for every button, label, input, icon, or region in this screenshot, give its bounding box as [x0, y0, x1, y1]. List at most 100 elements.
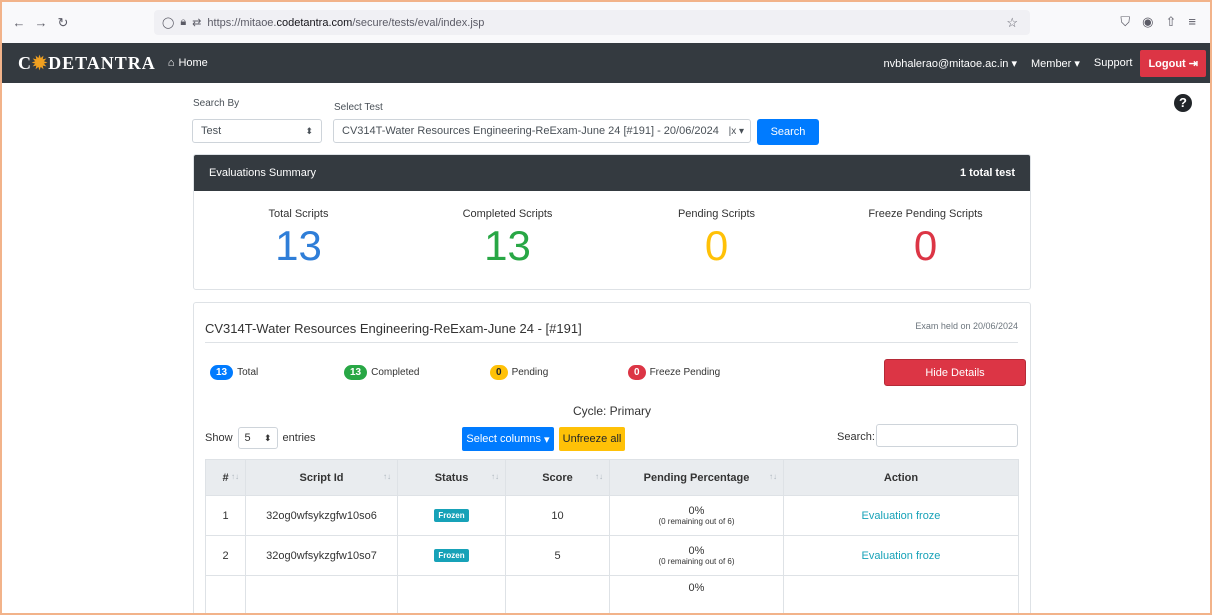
stat-value: 13 — [275, 222, 322, 269]
column-header-pending-percentage[interactable]: Pending Percentage ↑↓ — [609, 459, 784, 496]
select-caret-icon: ⬍ — [305, 125, 313, 136]
hide-details-button[interactable]: Hide Details — [884, 359, 1026, 386]
navbar-right: nvbhalerao@mitaoe.ac.in ▾ Member ▾ Suppo… — [884, 43, 1210, 83]
member-menu[interactable]: Member ▾ — [1031, 57, 1080, 70]
script-id: 32og0wfsykzgfw10so7 — [245, 535, 398, 576]
pending-remaining-text: (0 remaining out of 6) — [658, 517, 735, 526]
select-test-label: Select Test — [334, 102, 383, 113]
stat-label: Total Scripts — [268, 208, 329, 220]
support-link[interactable]: Support — [1094, 57, 1133, 69]
show-label: Show — [205, 432, 233, 444]
total-tests-count: 1 total test — [959, 167, 1015, 179]
script-id — [245, 575, 398, 613]
script-id: 32og0wfsykzgfw10so6 — [245, 495, 398, 536]
column-header-number[interactable]: # ↑↓ — [205, 459, 246, 496]
url-text: https://mitaoe.codetantra.com/secure/tes… — [207, 16, 485, 29]
account-icon[interactable]: ◉ — [1142, 14, 1153, 30]
home-link[interactable]: ⌂ Home — [168, 57, 208, 69]
score: 10 — [505, 495, 610, 536]
entries-value: 5 — [244, 432, 251, 444]
status-cell: Frozen — [397, 495, 506, 536]
search-button[interactable]: Search — [757, 119, 819, 145]
logout-icon: ⇥ — [1188, 57, 1198, 70]
reload-icon[interactable]: ↻ — [52, 15, 74, 31]
column-header-action: Action — [783, 459, 1019, 496]
clear-and-caret-icon[interactable]: |x ▾ — [729, 126, 744, 137]
pending-remaining-text: (0 remaining out of 6) — [658, 557, 735, 566]
pocket-icon[interactable]: ⛉ — [1120, 14, 1130, 30]
divider — [205, 342, 1018, 343]
summary-stats: Total Scripts 13 Completed Scripts 13 Pe… — [194, 191, 1030, 289]
pending-percentage: 0% (0 remaining out of 6) — [609, 495, 784, 536]
stat-freeze-pending-scripts: Freeze Pending Scripts 0 — [821, 191, 1030, 289]
shield-icon: ◯ — [162, 17, 175, 29]
table-header-row: # ↑↓ Script Id ↑↓ Status ↑↓ Score ↑↓ Pending… — [205, 459, 1019, 496]
table-row: 0% — [205, 575, 1019, 613]
score — [505, 575, 610, 613]
permissions-icon: ⇄ — [192, 17, 202, 29]
column-header-score[interactable]: Score ↑↓ — [505, 459, 610, 496]
evaluation-froze-link[interactable]: Evaluation froze — [862, 550, 941, 562]
pending-percent-value: 0% — [688, 505, 705, 517]
address-bar[interactable]: ◯ 🔒︎ ⇄ https://mitaoe.codetantra.com/sec… — [154, 10, 1030, 35]
forward-arrow-icon[interactable]: → — [30, 15, 52, 30]
bookmark-star-icon[interactable]: ☆ — [1006, 15, 1018, 31]
test-details-card: CV314T-Water Resources Engineering-ReExa… — [193, 302, 1031, 613]
lock-icon: 🔒︎ — [180, 16, 187, 28]
pending-count: 0 Pending — [490, 365, 548, 380]
pending-badge: 0 — [490, 365, 508, 380]
pending-label: Pending — [511, 367, 549, 378]
codetantra-logo[interactable]: C✹DETANTRA — [18, 53, 156, 74]
freeze-pending-badge: 0 — [628, 365, 646, 380]
pending-percentage: 0% — [609, 575, 784, 613]
evaluations-summary-card: Evaluations Summary 1 total test Total S… — [193, 154, 1031, 290]
status-badge: Frozen — [434, 509, 469, 522]
evaluation-froze-link[interactable]: Evaluation froze — [862, 510, 941, 522]
menu-icon[interactable]: ≡ — [1188, 14, 1196, 30]
table-row: 1 32og0wfsykzgfw10so6 Frozen 10 0% (0 rem… — [205, 495, 1019, 536]
score: 5 — [505, 535, 610, 576]
column-header-script-id[interactable]: Script Id ↑↓ — [245, 459, 398, 496]
freeze-pending-count: 0 Freeze Pending — [628, 365, 720, 380]
total-label: Total — [237, 367, 259, 378]
completed-badge: 13 — [344, 365, 368, 380]
completed-label: Completed — [371, 367, 420, 378]
search-by-value: Test — [201, 125, 222, 137]
pending-percent-value: 0% — [688, 582, 705, 594]
test-title: CV314T-Water Resources Engineering-ReExa… — [205, 321, 582, 336]
action-cell — [783, 575, 1019, 613]
summary-title: Evaluations Summary — [209, 167, 316, 179]
status-cell — [397, 575, 506, 613]
row-number: 1 — [205, 495, 246, 536]
entries-select[interactable]: 5 ⬍ — [237, 427, 278, 449]
browser-toolbar: ← → ↻ ◯ 🔒︎ ⇄ https://mitaoe.codetantra.c… — [2, 2, 1210, 43]
stat-value: 13 — [484, 222, 531, 269]
stat-value: 0 — [913, 222, 938, 269]
table-row: 2 32og0wfsykzgfw10so7 Frozen 5 0% (0 rema… — [205, 535, 1019, 576]
completed-count: 13 Completed — [344, 365, 419, 380]
summary-header: Evaluations Summary 1 total test — [194, 155, 1030, 191]
user-menu[interactable]: nvbhalerao@mitaoe.ac.in ▾ — [884, 57, 1017, 70]
row-number: 2 — [205, 535, 246, 576]
stat-value: 0 — [704, 222, 729, 269]
extensions-icon[interactable]: ⇧ — [1166, 14, 1177, 30]
column-header-status[interactable]: Status ↑↓ — [397, 459, 506, 496]
select-columns-button[interactable]: Select columns ▾ — [462, 427, 554, 451]
stat-pending-scripts: Pending Scripts 0 — [612, 191, 821, 289]
table-search-input[interactable] — [876, 424, 1018, 447]
status-cell: Frozen — [397, 535, 506, 576]
select-test-dropdown[interactable]: CV314T-Water Resources Engineering-ReExa… — [333, 119, 751, 143]
help-icon[interactable]: ? — [1174, 94, 1192, 112]
stat-completed-scripts: Completed Scripts 13 — [403, 191, 612, 289]
search-by-select[interactable]: Test ⬍ — [192, 119, 322, 143]
app-navbar: C✹DETANTRA ⌂ Home nvbhalerao@mitaoe.ac.i… — [2, 43, 1210, 83]
status-badge: Frozen — [434, 549, 469, 562]
home-icon: ⌂ — [167, 57, 175, 69]
back-arrow-icon[interactable]: ← — [8, 15, 30, 30]
search-by-label: Search By — [193, 98, 240, 109]
select-caret-icon: ⬍ — [263, 432, 272, 443]
unfreeze-all-button[interactable]: Unfreeze all — [559, 427, 625, 451]
select-test-value: CV314T-Water Resources Engineering-ReExa… — [342, 125, 719, 137]
logout-button[interactable]: Logout ⇥ — [1140, 49, 1206, 77]
total-badge: 13 — [210, 365, 234, 380]
